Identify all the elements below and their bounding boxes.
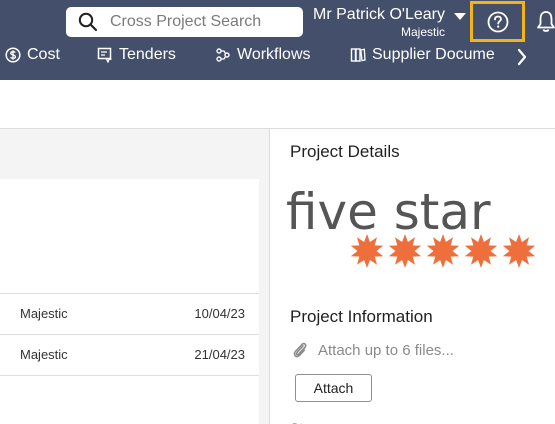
row-date: 21/04/23: [194, 347, 245, 362]
nav-item-workflows[interactable]: Workflows: [215, 46, 311, 64]
project-details-title: Project Details: [290, 142, 400, 161]
search-icon: [78, 12, 98, 32]
nav-item-label: Cost: [27, 46, 60, 63]
logo-text: five star: [286, 183, 491, 241]
row-company: Majestic: [20, 306, 68, 321]
module-nav: Cost Tenders Workflows Supplier Docume: [0, 42, 555, 72]
nav-item-label: Workflows: [237, 46, 311, 63]
toolbar-area: [0, 80, 555, 129]
nav-item-tenders[interactable]: Tenders: [97, 46, 176, 64]
bell-icon[interactable]: [536, 10, 555, 34]
nav-item-supplier-documents[interactable]: Supplier Docume: [350, 46, 495, 64]
paperclip-icon: [293, 342, 307, 358]
tender-icon: [97, 47, 112, 63]
project-information-title: Project Information: [290, 307, 433, 326]
help-button[interactable]: [470, 1, 525, 42]
next-section-label: St: [290, 420, 304, 424]
nav-item-label: Tenders: [119, 46, 176, 63]
user-menu-caret-icon[interactable]: [454, 13, 466, 20]
help-circle-icon: [487, 11, 509, 33]
cross-project-search[interactable]: Cross Project Search: [66, 7, 303, 37]
nav-item-label: Supplier Docume: [372, 46, 495, 63]
dollar-circle-icon: [5, 47, 21, 63]
chevron-right-icon[interactable]: [513, 46, 531, 68]
project-table: Majestic 10/04/23 Majestic 21/04/23: [0, 179, 259, 424]
workflow-icon: [216, 48, 230, 62]
user-menu[interactable]: Mr Patrick O'Leary Majestic: [300, 6, 445, 40]
project-details-panel: Project Details five star Project Inform…: [270, 129, 555, 424]
user-name: Mr Patrick O'Leary: [313, 6, 445, 23]
row-date: 10/04/23: [194, 306, 245, 321]
attach-hint-text: Attach up to 6 files...: [318, 341, 454, 359]
attach-hint: Attach up to 6 files...: [292, 341, 454, 359]
top-bar: Cross Project Search Mr Patrick O'Leary …: [0, 0, 555, 80]
logo-star: [502, 234, 536, 268]
attach-button[interactable]: Attach: [295, 374, 372, 402]
project-list-panel: Majestic 10/04/23 Majestic 21/04/23: [0, 129, 270, 424]
row-company: Majestic: [20, 347, 68, 362]
documents-icon: [350, 48, 366, 62]
search-placeholder: Cross Project Search: [110, 13, 262, 30]
table-row[interactable]: Majestic 21/04/23: [0, 334, 259, 376]
project-logo: five star: [286, 183, 536, 268]
nav-item-cost[interactable]: Cost: [5, 46, 60, 64]
table-row[interactable]: Majestic 10/04/23: [0, 293, 259, 334]
user-organisation: Majestic: [400, 25, 445, 39]
